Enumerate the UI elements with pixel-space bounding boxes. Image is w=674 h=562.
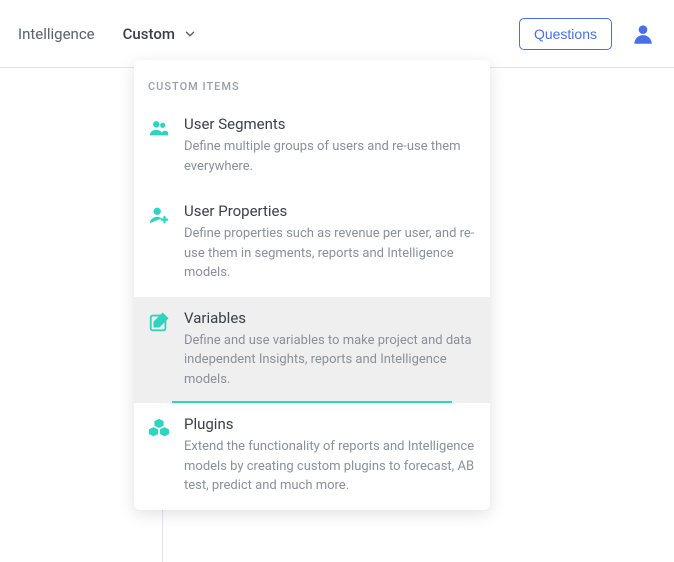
nav-custom-label: Custom [123, 25, 175, 43]
dropdown-item-user-properties[interactable]: User Properties Define properties such a… [134, 190, 490, 297]
item-body: User Properties Define properties such a… [184, 202, 476, 283]
item-title: User Segments [184, 115, 476, 133]
topbar-right: Questions [519, 18, 656, 50]
nav-intelligence[interactable]: Intelligence [18, 25, 95, 43]
custom-dropdown: CUSTOM ITEMS User Segments Define multip… [134, 60, 490, 510]
user-plus-icon [148, 204, 170, 226]
dropdown-item-variables[interactable]: Variables Define and use variables to ma… [134, 297, 490, 404]
item-title: Plugins [184, 415, 476, 433]
dropdown-item-user-segments[interactable]: User Segments Define multiple groups of … [134, 103, 490, 190]
item-body: User Segments Define multiple groups of … [184, 115, 476, 176]
item-body: Variables Define and use variables to ma… [184, 309, 476, 390]
dropdown-item-plugins[interactable]: Plugins Extend the functionality of repo… [134, 403, 490, 510]
user-avatar-icon[interactable] [630, 21, 656, 47]
chevron-down-icon [183, 27, 197, 41]
item-description: Define multiple groups of users and re-u… [184, 137, 476, 176]
dropdown-header: CUSTOM ITEMS [134, 60, 490, 103]
users-icon [148, 117, 170, 139]
nav-custom[interactable]: Custom [123, 25, 197, 43]
item-title: Variables [184, 309, 476, 327]
item-description: Define properties such as revenue per us… [184, 224, 476, 283]
item-description: Extend the functionality of reports and … [184, 437, 476, 496]
questions-button[interactable]: Questions [519, 18, 612, 50]
cubes-icon [148, 417, 170, 439]
item-title: User Properties [184, 202, 476, 220]
item-body: Plugins Extend the functionality of repo… [184, 415, 476, 496]
topbar: Intelligence Custom Questions [0, 0, 674, 68]
edit-square-icon [148, 311, 170, 333]
item-description: Define and use variables to make project… [184, 331, 476, 390]
content-area: CUSTOM ITEMS User Segments Define multip… [0, 68, 674, 562]
